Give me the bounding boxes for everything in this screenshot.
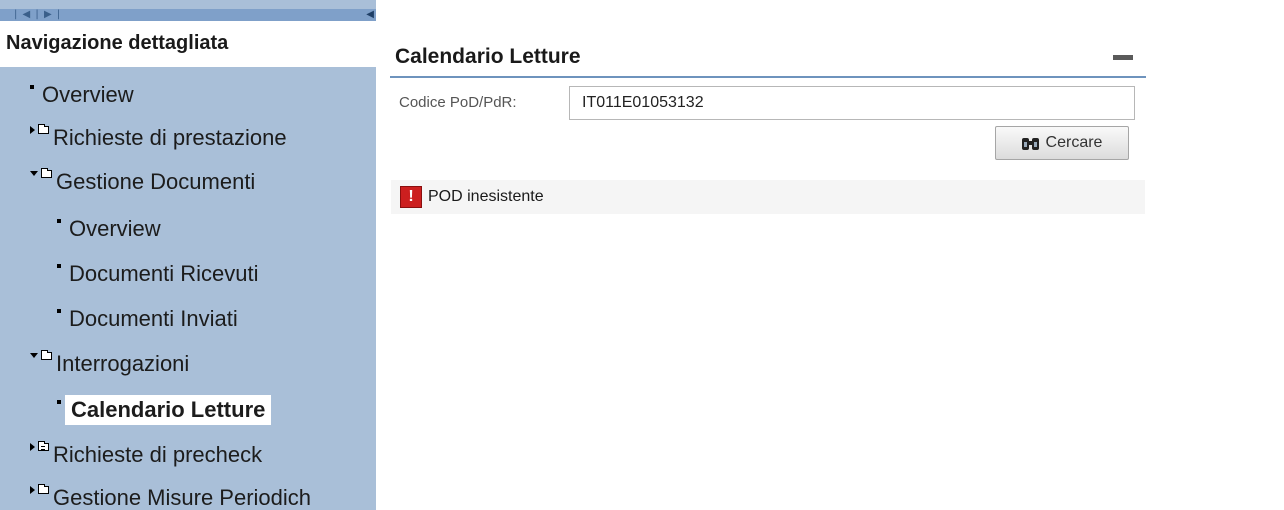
sidebar-item-label: Overview bbox=[69, 216, 161, 241]
sidebar-item-label: Richieste di precheck bbox=[53, 442, 263, 467]
sidebar-item-calendario-letture[interactable]: Calendario Letture bbox=[57, 390, 272, 430]
sidebar-title: Navigazione dettagliata bbox=[6, 32, 229, 54]
sidebar-item-label: Gestione Misure Periodich bbox=[53, 485, 312, 510]
panel-title: Calendario Letture bbox=[395, 45, 581, 68]
collapse-arrow-icon[interactable] bbox=[30, 352, 38, 358]
sidebar-item-overview[interactable]: Overview bbox=[30, 75, 134, 115]
folder-icon bbox=[37, 484, 49, 494]
folder-icon bbox=[37, 441, 49, 451]
sidebar-item-label: Richieste di prestazione bbox=[53, 125, 287, 150]
error-message-text: POD inesistente bbox=[428, 188, 544, 205]
sidebar-toolbar: | ◀ | ▶ | ◀ bbox=[0, 9, 376, 21]
sidebar-header: Navigazione dettagliata bbox=[0, 21, 376, 67]
sidebar-item-label: Gestione Documenti bbox=[56, 169, 256, 194]
pod-code-input[interactable] bbox=[569, 86, 1135, 120]
sidebar-item-label: Documenti Ricevuti bbox=[69, 261, 259, 286]
search-button[interactable]: Cercare bbox=[995, 126, 1129, 160]
folder-icon bbox=[40, 168, 52, 178]
sidebar-item-label: Overview bbox=[42, 82, 134, 107]
bullet-icon bbox=[57, 400, 61, 404]
folder-icon bbox=[37, 124, 49, 134]
sidebar-item-richieste-di-prestazione[interactable]: Richieste di prestazione bbox=[30, 118, 287, 158]
search-button-label: Cercare bbox=[1045, 134, 1103, 151]
pod-code-label: Codice PoD/PdR: bbox=[399, 94, 517, 111]
sidebar-item-documenti-ricevuti[interactable]: Documenti Ricevuti bbox=[57, 254, 259, 294]
expand-arrow-icon[interactable] bbox=[30, 486, 35, 494]
bullet-icon bbox=[57, 219, 61, 223]
history-nav-arrows[interactable]: | ◀ | ▶ | bbox=[14, 9, 61, 21]
sidebar-item-documenti-inviati[interactable]: Documenti Inviati bbox=[57, 299, 238, 339]
expand-arrow-icon[interactable] bbox=[30, 443, 35, 451]
sidebar-item-interrogazioni[interactable]: Interrogazioni bbox=[30, 344, 189, 384]
bullet-icon bbox=[30, 85, 34, 89]
sidebar-item-gestione-documenti[interactable]: Gestione Documenti bbox=[30, 162, 255, 202]
message-bar: ! POD inesistente bbox=[391, 180, 1145, 214]
sidebar-item-gestione-misure-periodiche[interactable]: Gestione Misure Periodich bbox=[30, 478, 311, 510]
sidebar-item-richieste-di-precheck[interactable]: Richieste di precheck bbox=[30, 435, 262, 475]
sidebar-item-label: Documenti Inviati bbox=[69, 306, 238, 331]
collapse-arrow-icon[interactable] bbox=[30, 170, 38, 176]
bullet-icon bbox=[57, 309, 61, 313]
minimize-icon bbox=[1113, 55, 1133, 60]
minimize-button[interactable] bbox=[1113, 52, 1133, 64]
sidebar-item-label: Interrogazioni bbox=[56, 351, 190, 376]
panel-divider bbox=[390, 76, 1146, 78]
sidebar-item-label-active: Calendario Letture bbox=[65, 395, 272, 425]
sidebar-navigation: | ◀ | ▶ | ◀ Navigazione dettagliata Over… bbox=[0, 0, 376, 510]
expand-arrow-icon[interactable] bbox=[30, 126, 35, 134]
sidebar-item-overview-documenti[interactable]: Overview bbox=[57, 209, 161, 249]
bullet-icon bbox=[57, 264, 61, 268]
folder-icon bbox=[40, 350, 52, 360]
error-icon: ! bbox=[400, 186, 422, 208]
binoculars-icon bbox=[1021, 135, 1040, 151]
collapse-sidebar-icon[interactable]: ◀ bbox=[366, 9, 374, 21]
